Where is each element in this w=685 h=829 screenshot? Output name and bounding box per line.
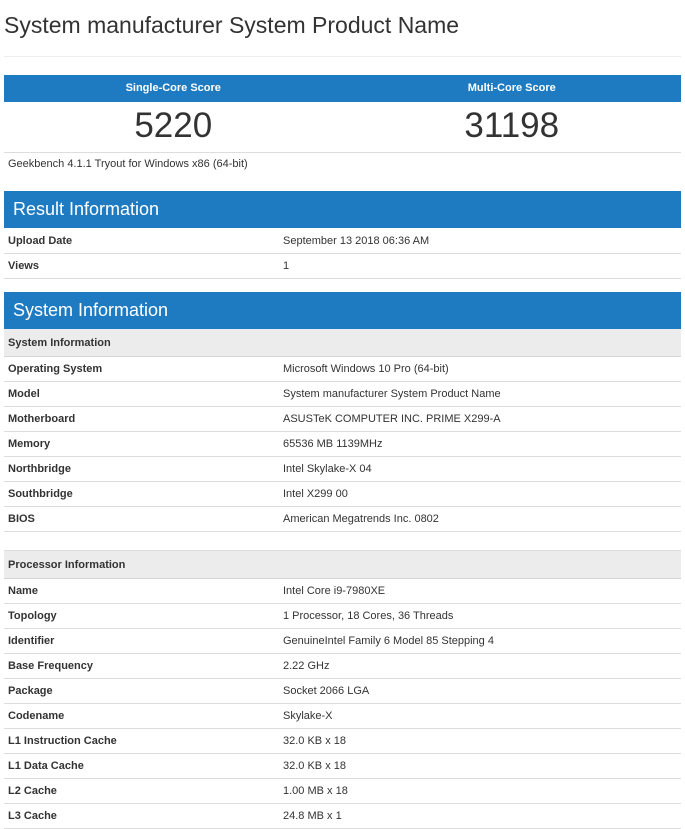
info-row-value: 1 [279, 253, 681, 279]
info-row-label: Identifier [4, 628, 279, 654]
info-row-value: American Megatrends Inc. 0802 [279, 506, 681, 532]
info-row: Operating System Microsoft Windows 10 Pro… [4, 356, 681, 382]
result-information-header: Result Information [4, 191, 681, 228]
system-information-table: System Information Operating System Micro… [4, 329, 681, 829]
info-row-label: L3 Cache [4, 803, 279, 829]
info-row-label: L1 Instruction Cache [4, 728, 279, 754]
info-row-label: Memory [4, 431, 279, 457]
score-values: 5220 31198 [4, 102, 681, 152]
info-row-value: ASUSTeK COMPUTER INC. PRIME X299-A [279, 406, 681, 432]
info-row: Name Intel Core i9-7980XE [4, 578, 681, 604]
info-row-value: 24.8 MB x 1 [279, 803, 681, 829]
info-row: Identifier GenuineIntel Family 6 Model 85… [4, 628, 681, 654]
info-row-value: 65536 MB 1139MHz [279, 431, 681, 457]
info-row-value: System manufacturer System Product Name [279, 381, 681, 407]
info-row: L1 Data Cache 32.0 KB x 18 [4, 753, 681, 779]
info-row-value: 1 Processor, 18 Cores, 36 Threads [279, 603, 681, 629]
info-row-label: Northbridge [4, 456, 279, 482]
benchmark-version-note: Geekbench 4.1.1 Tryout for Windows x86 (… [8, 158, 248, 170]
multi-core-score-value: 31198 [464, 106, 560, 145]
system-subsection-title: System Information [4, 329, 681, 357]
info-row-value: 32.0 KB x 18 [279, 728, 681, 754]
info-row: Codename Skylake-X [4, 703, 681, 729]
info-row-value: 1.00 MB x 18 [279, 778, 681, 804]
processor-subsection-title: Processor Information [4, 550, 681, 579]
info-row-value: Intel Skylake-X 04 [279, 456, 681, 482]
info-row-label: Model [4, 381, 279, 407]
info-row-label: L1 Data Cache [4, 753, 279, 779]
info-row-label: L2 Cache [4, 778, 279, 804]
single-core-score-label: Single-Core Score [125, 82, 221, 94]
info-row-label: Southbridge [4, 481, 279, 507]
score-panel: Single-Core Score Multi-Core Score 5220 … [4, 75, 681, 153]
info-row-label: BIOS [4, 506, 279, 532]
info-row: Model System manufacturer System Product … [4, 381, 681, 407]
processor-subsection-header: Processor Information [4, 550, 681, 579]
system-subsection-header: System Information [4, 329, 681, 357]
info-row-label: Topology [4, 603, 279, 629]
info-row-value: Intel Core i9-7980XE [279, 578, 681, 604]
result-information-table: Upload Date September 13 2018 06:36 AM Vie… [4, 229, 681, 279]
info-row-label: Name [4, 578, 279, 604]
info-row: L1 Instruction Cache 32.0 KB x 18 [4, 728, 681, 754]
info-row-value: Microsoft Windows 10 Pro (64-bit) [279, 356, 681, 382]
info-row-value: Skylake-X [279, 703, 681, 729]
info-row-value: 2.22 GHz [279, 653, 681, 679]
score-header-bar: Single-Core Score Multi-Core Score [4, 75, 681, 102]
info-row-value: Socket 2066 LGA [279, 678, 681, 704]
info-row: Upload Date September 13 2018 06:36 AM [4, 229, 681, 254]
single-core-score-value: 5220 [134, 106, 213, 145]
title-divider [4, 56, 681, 57]
page-title: System manufacturer System Product Name [4, 12, 460, 38]
info-row: Package Socket 2066 LGA [4, 678, 681, 704]
info-row: Base Frequency 2.22 GHz [4, 653, 681, 679]
info-row-value: GenuineIntel Family 6 Model 85 Stepping … [279, 628, 681, 654]
info-row: Views 1 [4, 253, 681, 279]
info-row-label: Package [4, 678, 279, 704]
info-row-value: 32.0 KB x 18 [279, 753, 681, 779]
info-row: Memory 65536 MB 1139MHz [4, 431, 681, 457]
system-information-header: System Information [4, 292, 681, 329]
score-divider [4, 152, 681, 153]
info-row: Northbridge Intel Skylake-X 04 [4, 456, 681, 482]
section-spacer [4, 531, 681, 551]
info-row-value: Intel X299 00 [279, 481, 681, 507]
info-row: L2 Cache 1.00 MB x 18 [4, 778, 681, 804]
multi-core-score-label: Multi-Core Score [467, 82, 556, 94]
info-row: Southbridge Intel X299 00 [4, 481, 681, 507]
info-row-label: Upload Date [4, 229, 279, 254]
info-row-label: Base Frequency [4, 653, 279, 679]
info-row-label: Motherboard [4, 406, 279, 432]
info-row: Topology 1 Processor, 18 Cores, 36 Thread… [4, 603, 681, 629]
info-row-label: Views [4, 253, 279, 279]
info-row-label: Operating System [4, 356, 279, 382]
info-row-label: Codename [4, 703, 279, 729]
info-row: L3 Cache 24.8 MB x 1 [4, 803, 681, 829]
info-row: Motherboard ASUSTeK COMPUTER INC. PRIME X… [4, 406, 681, 432]
info-row-value: September 13 2018 06:36 AM [279, 229, 681, 254]
info-row: BIOS American Megatrends Inc. 0802 [4, 506, 681, 532]
